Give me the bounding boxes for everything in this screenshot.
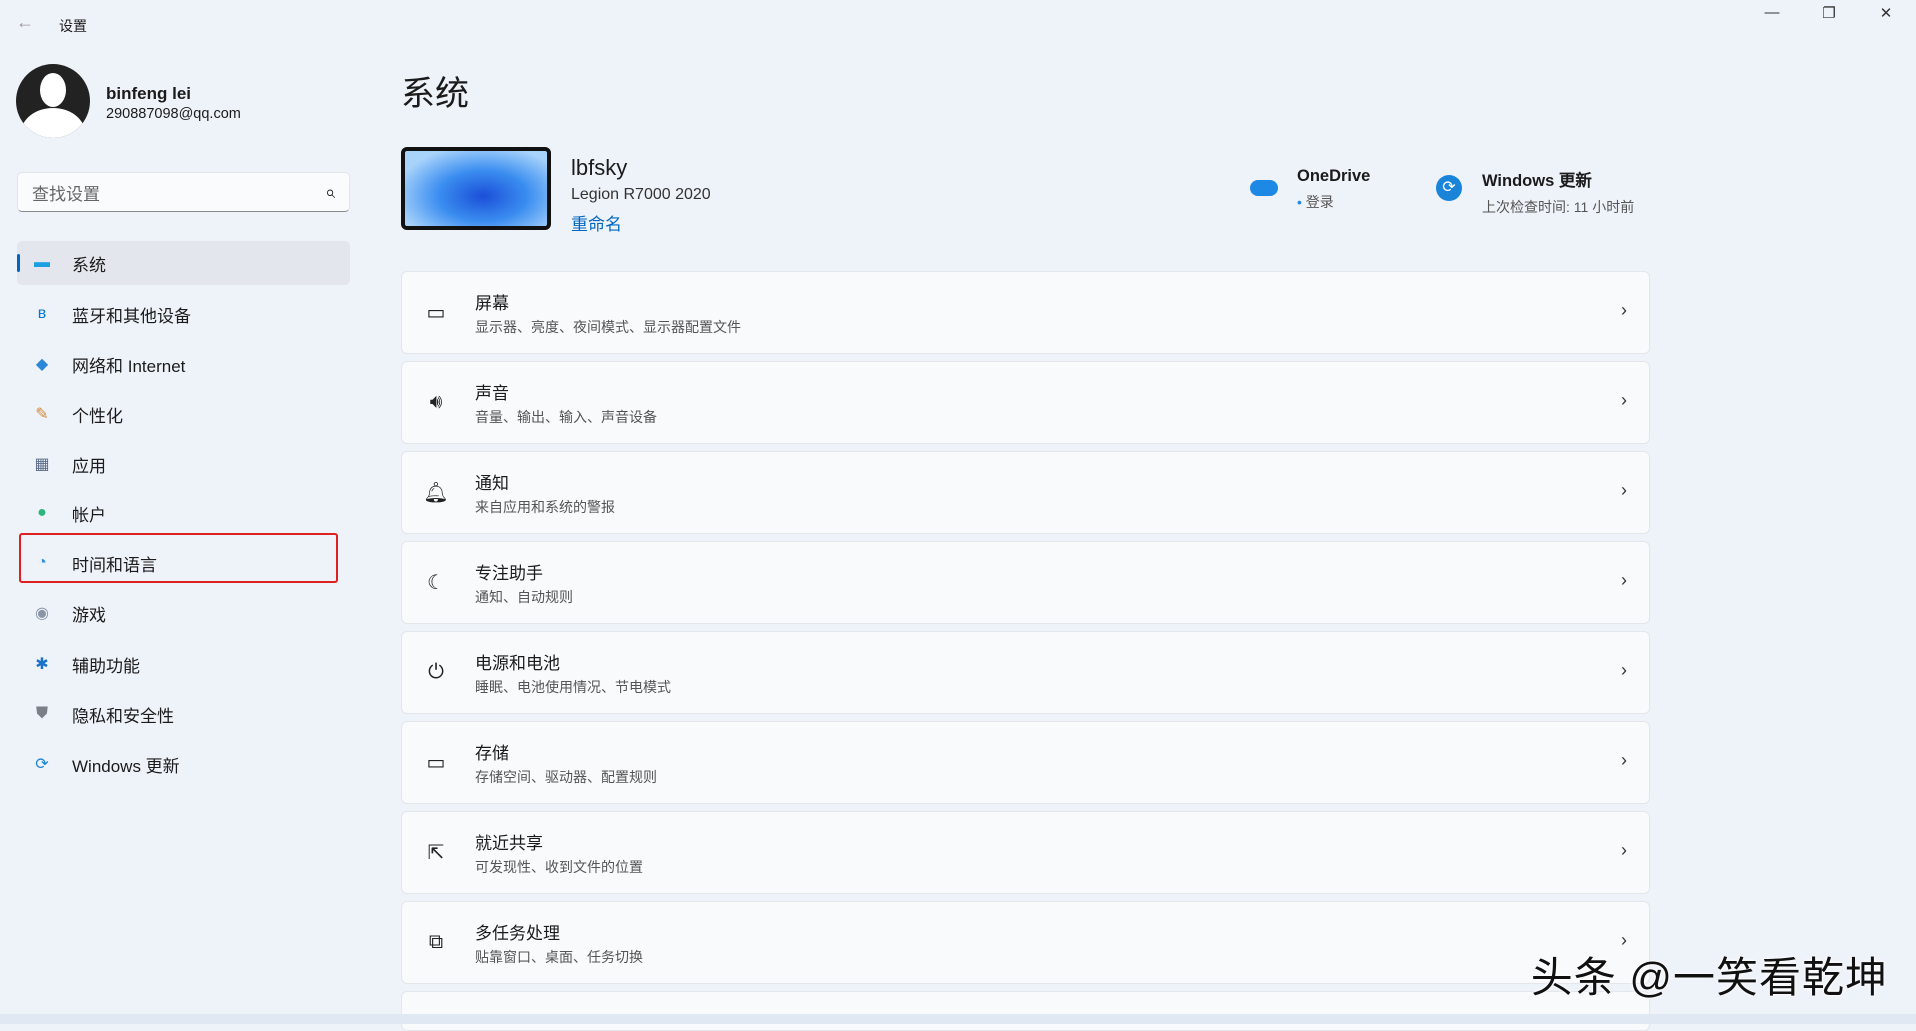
card-subtitle: 存储空间、驱动器、配置规则 xyxy=(475,767,657,787)
card-subtitle: 贴靠窗口、桌面、任务切换 xyxy=(475,947,643,967)
bluetooth-icon: ʙ xyxy=(31,305,53,323)
display-icon: ▭ xyxy=(422,300,450,325)
active-indicator xyxy=(17,254,20,272)
watermark: 头条 @一笑看乾坤 xyxy=(1531,944,1888,1005)
card-subtitle: 可发现性、收到文件的位置 xyxy=(475,857,643,877)
sidebar-item-label: Windows 更新 xyxy=(72,752,180,777)
apps-icon: ▦ xyxy=(31,454,53,474)
chevron-right-icon: › xyxy=(1621,480,1627,501)
sidebar-item-label: 游戏 xyxy=(72,601,106,626)
settings-card-partial[interactable] xyxy=(401,991,1650,1031)
device-model: Legion R7000 2020 xyxy=(571,186,711,204)
card-subtitle: 音量、输出、输入、声音设备 xyxy=(475,407,657,427)
settings-card-7[interactable]: ⧉多任务处理贴靠窗口、桌面、任务切换› xyxy=(401,901,1650,984)
update-title: Windows 更新 xyxy=(1482,167,1634,191)
card-title: 声音 xyxy=(475,379,657,404)
settings-card-5[interactable]: ▭ 存储存储空间、驱动器、配置规则 › xyxy=(401,721,1650,804)
account-icon: ● xyxy=(31,504,53,522)
taskbar-strip xyxy=(0,1014,1916,1024)
sidebar-item-7[interactable]: ◉ 游戏 xyxy=(17,591,350,635)
update-last-check: 上次检查时间: 11 小时前 xyxy=(1482,197,1634,217)
sidebar-item-label: 帐户 xyxy=(72,501,106,526)
sidebar-item-5[interactable]: ● 帐户 xyxy=(17,491,350,535)
card-title: 存储 xyxy=(475,739,657,764)
sidebar-item-4[interactable]: ▦ 应用 xyxy=(17,442,350,486)
user-email: 290887098@qq.com xyxy=(106,106,241,122)
moon-icon: ☾ xyxy=(422,570,450,595)
card-title: 电源和电池 xyxy=(475,649,671,674)
minimize-button[interactable]: — xyxy=(1747,4,1797,28)
card-subtitle: 通知、自动规则 xyxy=(475,587,573,607)
card-title: 通知 xyxy=(475,469,615,494)
sidebar-item-0[interactable]: ▬ 系统 xyxy=(17,241,350,285)
sidebar-item-1[interactable]: ʙ 蓝牙和其他设备 xyxy=(17,292,350,336)
search-placeholder: 查找设置 xyxy=(32,180,100,205)
settings-card-4[interactable]: ⏻ 电源和电池睡眠、电池使用情况、节电模式 › xyxy=(401,631,1650,714)
card-title: 多任务处理 xyxy=(475,919,643,944)
page-title: 系统 xyxy=(401,66,469,115)
card-title: 屏幕 xyxy=(475,289,741,314)
speaker-icon: 🔊︎ xyxy=(422,391,450,414)
sidebar-item-label: 辅助功能 xyxy=(72,652,140,677)
onedrive-status[interactable]: OneDrive • 登录 xyxy=(1297,167,1370,212)
bell-icon: 🔔︎ xyxy=(422,480,450,505)
highlight-box xyxy=(19,533,338,583)
app-title: 设置 xyxy=(59,16,87,36)
card-title: 专注助手 xyxy=(475,559,573,584)
sidebar-item-label: 应用 xyxy=(72,452,106,477)
chevron-right-icon: › xyxy=(1621,390,1627,411)
sidebar-item-label: 系统 xyxy=(72,251,106,276)
chevron-right-icon: › xyxy=(1621,660,1627,681)
accessibility-icon: ✱ xyxy=(31,654,53,674)
sidebar-item-10[interactable]: ⟳ Windows 更新 xyxy=(17,742,350,786)
device-name: lbfsky xyxy=(571,155,627,181)
power-icon: ⏻ xyxy=(422,661,450,684)
search-input[interactable]: 查找设置 ⌕ xyxy=(17,172,350,212)
sidebar-item-label: 网络和 Internet xyxy=(72,352,185,377)
windows-update-status[interactable]: Windows 更新 上次检查时间: 11 小时前 xyxy=(1482,167,1634,217)
chevron-right-icon: › xyxy=(1621,570,1627,591)
gamepad-icon: ◉ xyxy=(31,603,53,623)
wifi-icon: ◆ xyxy=(31,354,53,374)
sidebar-item-3[interactable]: ✎ 个性化 xyxy=(17,392,350,436)
multitask-icon: ⧉ xyxy=(422,931,450,954)
sidebar-item-9[interactable]: ⛊ 隐私和安全性 xyxy=(17,692,350,736)
sidebar-item-label: 隐私和安全性 xyxy=(72,702,174,727)
sidebar-item-label: 个性化 xyxy=(72,402,123,427)
share-icon: ⇱ xyxy=(422,840,450,865)
brush-icon: ✎ xyxy=(31,404,53,424)
sidebar-item-label: 蓝牙和其他设备 xyxy=(72,302,191,327)
close-button[interactable]: ✕ xyxy=(1861,4,1911,28)
update-icon: ⟳ xyxy=(1436,175,1462,201)
search-icon[interactable]: ⌕ xyxy=(325,182,335,203)
onedrive-signin: 登录 xyxy=(1306,194,1334,210)
settings-card-2[interactable]: 🔔︎ 通知来自应用和系统的警报 › xyxy=(401,451,1650,534)
update-icon: ⟳ xyxy=(31,754,53,774)
shield-icon: ⛊ xyxy=(31,705,53,723)
card-subtitle: 显示器、亮度、夜间模式、显示器配置文件 xyxy=(475,317,741,337)
chevron-right-icon: › xyxy=(1621,750,1627,771)
back-button[interactable]: ← xyxy=(16,12,34,33)
onedrive-icon xyxy=(1250,180,1278,196)
settings-card-1[interactable]: 🔊︎ 声音音量、输出、输入、声音设备 › xyxy=(401,361,1650,444)
settings-card-6[interactable]: ⇱ 就近共享可发现性、收到文件的位置 › xyxy=(401,811,1650,894)
sidebar-item-2[interactable]: ◆ 网络和 Internet xyxy=(17,342,350,386)
user-name: binfeng lei xyxy=(106,84,191,104)
settings-card-0[interactable]: ▭ 屏幕显示器、亮度、夜间模式、显示器配置文件 › xyxy=(401,271,1650,354)
storage-icon: ▭ xyxy=(422,750,450,775)
restore-button[interactable]: ❐ xyxy=(1804,4,1854,28)
avatar[interactable] xyxy=(16,64,90,138)
card-title: 就近共享 xyxy=(475,829,643,854)
card-subtitle: 睡眠、电池使用情况、节电模式 xyxy=(475,677,671,697)
chevron-right-icon: › xyxy=(1621,840,1627,861)
sidebar-item-8[interactable]: ✱ 辅助功能 xyxy=(17,642,350,686)
onedrive-title: OneDrive xyxy=(1297,167,1370,186)
card-subtitle: 来自应用和系统的警报 xyxy=(475,497,615,517)
monitor-icon: ▬ xyxy=(31,254,53,272)
rename-link[interactable]: 重命名 xyxy=(571,210,622,235)
settings-card-3[interactable]: ☾ 专注助手通知、自动规则 › xyxy=(401,541,1650,624)
device-image xyxy=(401,147,551,230)
chevron-right-icon: › xyxy=(1621,300,1627,321)
